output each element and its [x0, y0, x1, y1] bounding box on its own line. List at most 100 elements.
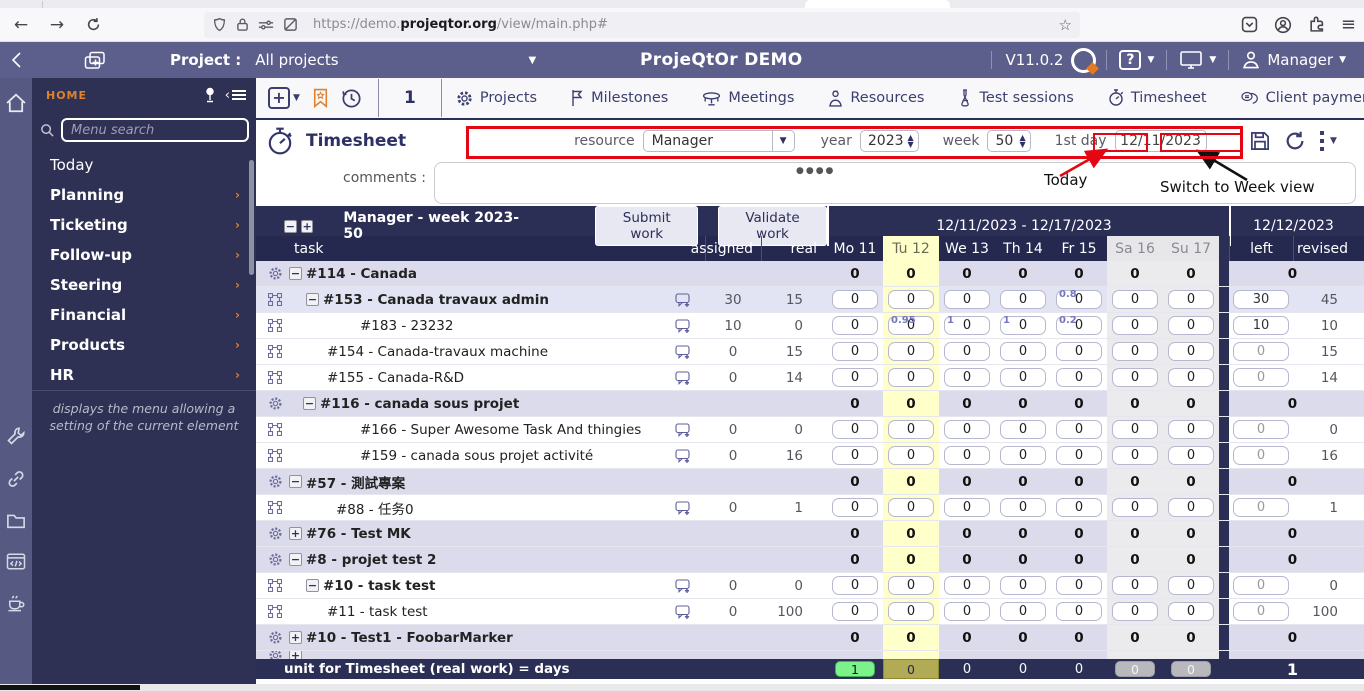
pocket-icon[interactable] [1241, 16, 1258, 33]
add-comment-icon[interactable] [675, 604, 691, 620]
refresh-icon[interactable] [1284, 130, 1306, 152]
column-header-left[interactable]: left [1229, 236, 1293, 261]
column-header-task[interactable]: task [256, 236, 705, 261]
work-input[interactable]: 0 [832, 342, 878, 361]
column-header-day[interactable]: Mo 11 [827, 236, 883, 261]
work-input[interactable]: 0 [888, 576, 934, 595]
home-icon[interactable] [5, 92, 27, 114]
work-input[interactable]: 0 [944, 498, 990, 517]
work-input[interactable]: 0 [888, 342, 934, 361]
work-input[interactable]: 0 [832, 576, 878, 595]
work-input[interactable]: 0 [1112, 498, 1158, 517]
help-menu[interactable]: ? ▼ [1106, 50, 1166, 70]
left-input[interactable]: 0 [1233, 368, 1289, 387]
task-row[interactable]: #166 - Super Awesome Task And thingies00… [256, 417, 1364, 443]
blocked-content-icon[interactable] [283, 17, 298, 32]
day-cell[interactable]: 0 [883, 417, 939, 442]
column-header-assigned[interactable]: assigned [705, 236, 761, 261]
menu-item-client-payments[interactable]: Client payments [1241, 90, 1364, 106]
day-cell[interactable]: 0 [1163, 495, 1219, 520]
work-input[interactable]: 0 [1112, 602, 1158, 621]
work-input[interactable]: 0 [1000, 446, 1046, 465]
work-input[interactable]: 0 [888, 446, 934, 465]
notification-count[interactable]: 1 [379, 88, 441, 108]
column-header-day[interactable]: Th 14 [995, 236, 1051, 261]
work-input[interactable]: 0 [1000, 420, 1046, 439]
bookmark-star-icon[interactable]: ☆ [1059, 16, 1072, 34]
project-row[interactable]: +#76 - Test MK00000000 [256, 521, 1364, 547]
collapse-row-icon[interactable]: − [289, 553, 302, 566]
day-cell[interactable]: 0 [995, 573, 1051, 598]
day-cell[interactable]: 0 [1163, 339, 1219, 364]
menu-item-test-sessions[interactable]: Test sessions [958, 89, 1073, 107]
work-input[interactable]: 0 [1000, 498, 1046, 517]
day-cell[interactable]: 0 [827, 573, 883, 598]
settings-wrench-icon[interactable] [6, 426, 26, 446]
resource-select[interactable]: Manager ▼ [643, 130, 795, 152]
day-cell[interactable]: 0 [995, 287, 1051, 312]
sidebar-item-today[interactable]: Today [32, 150, 256, 180]
left-input[interactable]: 10 [1233, 316, 1289, 335]
day-cell[interactable]: 0 [827, 313, 883, 338]
history-icon[interactable] [341, 88, 362, 109]
left-input[interactable]: 0 [1233, 602, 1289, 621]
task-row[interactable]: #159 - canada sous projet activité016000… [256, 443, 1364, 469]
day-cell[interactable]: 0 [1163, 417, 1219, 442]
work-input[interactable]: 0 [1168, 602, 1214, 621]
add-button[interactable]: +▼ [256, 87, 300, 109]
add-comment-icon[interactable] [675, 578, 691, 594]
tracking-protection-icon[interactable] [212, 17, 227, 33]
day-cell[interactable]: 0 [1051, 443, 1107, 468]
day-cell[interactable]: 0 [827, 339, 883, 364]
menu-item-projects[interactable]: Projects [456, 90, 537, 107]
first-day-input[interactable]: 12/11/2023 [1115, 130, 1207, 152]
horizontal-scrollbar[interactable] [0, 684, 1364, 691]
project-selector[interactable]: All projects [255, 51, 338, 69]
app-back-icon[interactable] [8, 50, 26, 70]
day-cell[interactable]: 0 [827, 365, 883, 390]
work-input[interactable]: 0 [1112, 316, 1158, 335]
documents-folder-icon[interactable] [6, 512, 26, 530]
day-cell[interactable]: 0 [1107, 287, 1163, 312]
new-window-icon[interactable] [84, 51, 106, 70]
project-row[interactable]: −#116 - canada sous projet00000000 [256, 391, 1364, 417]
day-cell[interactable]: 10 [995, 313, 1051, 338]
work-input[interactable]: 0 [1112, 420, 1158, 439]
task-row[interactable]: #154 - Canada-travaux machine01500000000… [256, 339, 1364, 365]
left-cell[interactable]: 0 [1229, 417, 1293, 442]
url-text[interactable]: https://demo.projeqtor.org/view/main.php… [313, 17, 1053, 32]
left-cell[interactable]: 0 [1229, 495, 1293, 520]
menu-search-input[interactable] [61, 118, 249, 142]
day-cell[interactable]: 0 [1107, 417, 1163, 442]
collapse-row-icon[interactable]: − [306, 579, 319, 592]
work-input[interactable]: 0 [944, 290, 990, 309]
add-comment-icon[interactable] [675, 422, 691, 438]
menu-item-timesheet[interactable]: Timesheet [1108, 89, 1207, 107]
project-row[interactable]: −#57 - 測試專案00000000 [256, 469, 1364, 495]
work-input[interactable]: 10 [1000, 316, 1046, 335]
work-input[interactable]: 0 [1168, 316, 1214, 335]
left-input[interactable]: 0 [1233, 420, 1289, 439]
day-cell[interactable]: 0.950 [883, 313, 939, 338]
expand-row-icon[interactable]: + [289, 631, 302, 644]
year-spinner[interactable]: 2023 ▲▼ [860, 130, 919, 152]
sidebar-item-follow-up[interactable]: Follow-up› [32, 240, 256, 270]
collapse-row-icon[interactable]: − [289, 267, 302, 280]
day-cell[interactable]: 0 [883, 573, 939, 598]
sidebar-item-products[interactable]: Products› [32, 330, 256, 360]
left-cell[interactable]: 30 [1229, 287, 1293, 312]
work-input[interactable]: 0 [1056, 446, 1102, 465]
day-cell[interactable]: 0 [939, 365, 995, 390]
left-cell[interactable]: 0 [1229, 573, 1293, 598]
task-row[interactable]: −#10 - task test00000000000 [256, 573, 1364, 599]
menu-hamburger-icon[interactable]: ≡ [1341, 14, 1356, 35]
work-input[interactable]: 0 [888, 420, 934, 439]
menu-item-resources[interactable]: Resources [828, 90, 924, 107]
work-input[interactable]: 10 [944, 316, 990, 335]
day-cell[interactable]: 0 [1107, 495, 1163, 520]
day-cell[interactable]: 0 [883, 287, 939, 312]
day-cell[interactable]: 0 [883, 599, 939, 624]
task-row[interactable]: #88 - 任务001000000001 [256, 495, 1364, 521]
day-cell[interactable]: 0 [1107, 313, 1163, 338]
add-comment-icon[interactable] [675, 370, 691, 386]
